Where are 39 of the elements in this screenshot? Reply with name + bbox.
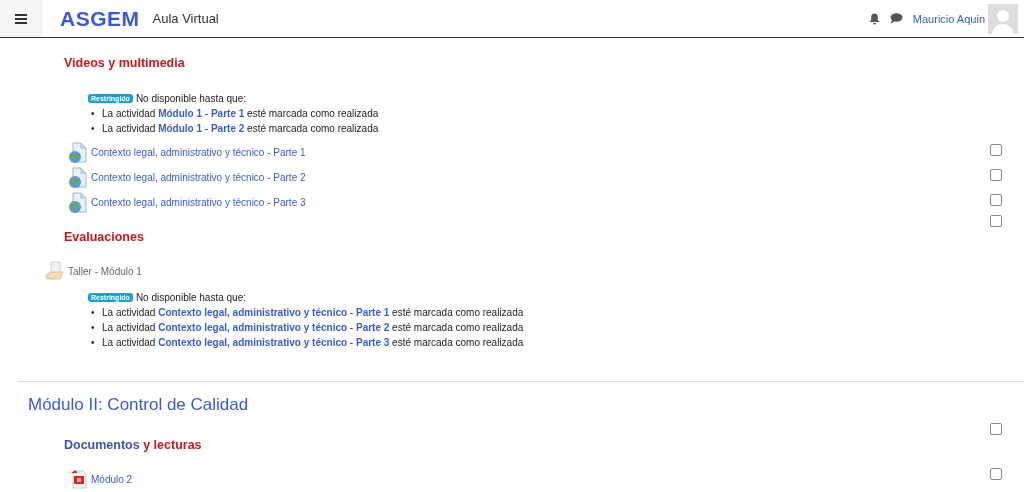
section-heading: Documentos y lecturas bbox=[63, 437, 203, 454]
site-name[interactable]: Aula Virtual bbox=[152, 11, 219, 26]
restriction-text: No disponible hasta que: bbox=[135, 292, 246, 303]
completion-checkbox[interactable] bbox=[990, 468, 1002, 480]
completion-checkbox[interactable] bbox=[990, 144, 1002, 156]
restriction-condition: La actividad Módulo 1 - Parte 2 esté marcada como realizada bbox=[102, 122, 379, 135]
menu-button[interactable] bbox=[0, 0, 42, 37]
user-name[interactable]: Mauricio Aquin bbox=[912, 12, 985, 25]
activity-link[interactable]: Contexto legal, administrativo y técnico - Parte 1 bbox=[91, 147, 306, 158]
restriction-text: No disponible hasta que: bbox=[135, 93, 246, 104]
restriction-condition: La actividad Contexto legal, administrativo y técnico - Parte 3 esté marcada como realizada bbox=[102, 336, 524, 349]
section-heading: Evaluaciones bbox=[63, 229, 145, 246]
chat-icon[interactable] bbox=[889, 13, 903, 24]
section-heading: Videos y multimedia bbox=[63, 55, 186, 72]
logo[interactable]: ASGEM bbox=[60, 6, 140, 31]
bullet: • bbox=[91, 306, 96, 319]
activity-link[interactable]: Contexto legal, administrativo y técnico - Parte 2 bbox=[91, 172, 306, 183]
activity-link[interactable]: Módulo 2 bbox=[91, 473, 133, 485]
restriction-condition: La actividad Contexto legal, administrativo y técnico - Parte 1 esté marcada como realizada bbox=[102, 306, 524, 319]
web-page-icon bbox=[68, 141, 88, 164]
menu-icon bbox=[14, 13, 27, 24]
restriction-condition: La actividad Contexto legal, administrativo y técnico - Parte 2 esté marcada como realizada bbox=[102, 321, 524, 334]
bullet: • bbox=[91, 336, 96, 349]
web-page-icon bbox=[68, 166, 88, 189]
completion-checkbox[interactable] bbox=[990, 169, 1002, 181]
section-title: Módulo II: Control de Calidad bbox=[28, 395, 250, 416]
activity-link[interactable]: Taller - Módulo 1 bbox=[68, 265, 142, 277]
completion-checkbox[interactable] bbox=[990, 215, 1002, 227]
bullet: • bbox=[91, 107, 96, 120]
pdf-icon bbox=[70, 469, 88, 489]
bullet: • bbox=[91, 321, 96, 334]
activity-link[interactable]: Contexto legal, administrativo y técnico - Parte 3 bbox=[91, 197, 306, 208]
web-page-icon bbox=[68, 191, 88, 214]
bullet: • bbox=[91, 122, 96, 135]
completion-checkbox[interactable] bbox=[990, 423, 1002, 435]
bell-icon[interactable] bbox=[868, 12, 880, 25]
document-icon bbox=[45, 261, 65, 281]
restriction-condition: La actividad Módulo 1 - Parte 1 esté marcada como realizada bbox=[102, 107, 379, 120]
completion-checkbox[interactable] bbox=[990, 194, 1002, 206]
